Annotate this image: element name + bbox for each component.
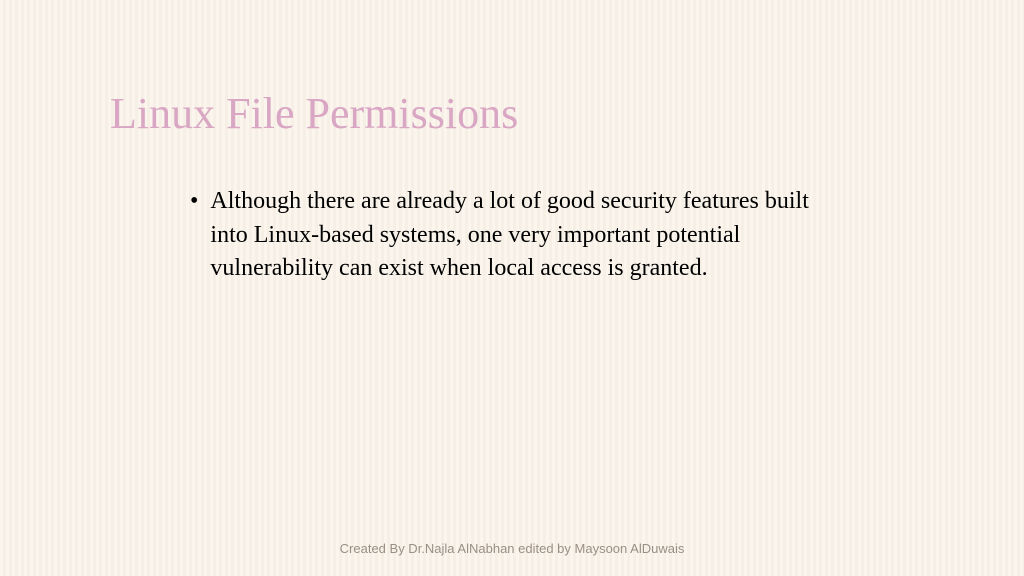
slide-container: Linux File Permissions • Although there … bbox=[0, 0, 1024, 576]
bullet-item: • Although there are already a lot of go… bbox=[190, 185, 830, 286]
slide-title: Linux File Permissions bbox=[110, 88, 518, 139]
slide-footer: Created By Dr.Najla AlNabhan edited by M… bbox=[0, 541, 1024, 556]
bullet-text: Although there are already a lot of good… bbox=[210, 185, 830, 286]
slide-content: • Although there are already a lot of go… bbox=[190, 185, 830, 302]
bullet-marker: • bbox=[190, 185, 198, 219]
